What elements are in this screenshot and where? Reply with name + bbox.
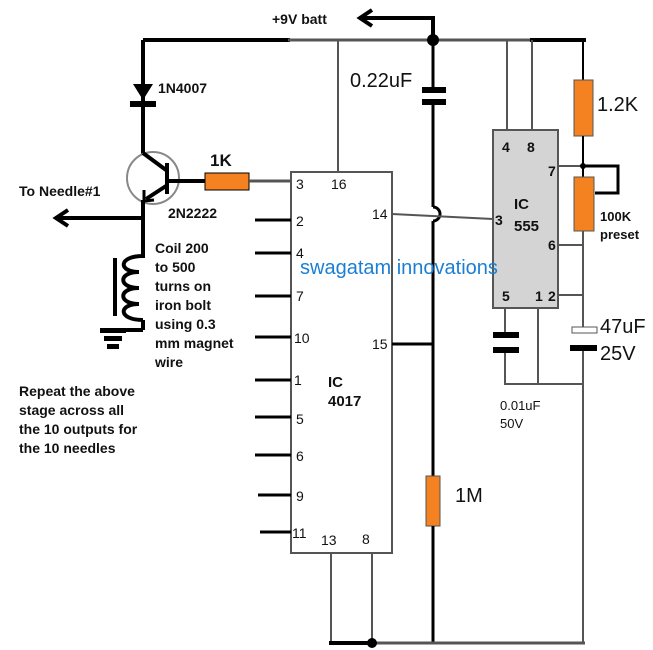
svg-text:the 10 outputs for: the 10 outputs for <box>19 421 138 437</box>
base-resistor-label: 1K <box>210 151 232 170</box>
coupling-cap-label: 0.22uF <box>350 70 412 92</box>
svg-text:11: 11 <box>292 525 307 541</box>
svg-text:iron bolt: iron bolt <box>155 297 211 313</box>
timing-cap-voltage: 25V <box>600 343 636 365</box>
preset-label: 100K <box>600 209 632 224</box>
timing-cap <box>571 326 598 334</box>
svg-text:4: 4 <box>502 139 510 155</box>
svg-text:9: 9 <box>296 488 304 504</box>
pin8-label: 8 <box>362 531 370 547</box>
ic-4017 <box>290 171 393 554</box>
watermark: swagatam innovations <box>300 257 498 279</box>
pin15-label: 15 <box>372 336 388 352</box>
diode-symbol <box>130 84 156 107</box>
svg-text:8: 8 <box>527 139 535 155</box>
resistor-1k2 <box>573 79 594 137</box>
coupling-cap <box>422 87 446 93</box>
ground-icon <box>100 328 126 333</box>
svg-text:6: 6 <box>296 448 304 464</box>
control-cap-value: 0.01uF <box>500 398 541 413</box>
svg-text:stage across all: stage across all <box>19 402 124 418</box>
svg-text:2: 2 <box>296 213 304 229</box>
svg-text:7: 7 <box>296 288 304 304</box>
svg-text:1: 1 <box>294 372 302 388</box>
diode-label: 1N4007 <box>158 80 207 96</box>
svg-text:6: 6 <box>548 237 556 253</box>
ic4017-name: IC <box>328 374 343 391</box>
ic555-number: 555 <box>514 218 539 235</box>
coil-symbol <box>100 254 145 349</box>
svg-text:to 500: to 500 <box>155 259 196 275</box>
svg-text:the 10 needles: the 10 needles <box>19 440 116 456</box>
preset-100k[interactable] <box>573 176 595 232</box>
svg-text:using 0.3: using 0.3 <box>155 316 216 332</box>
supply-label: +9V batt <box>272 11 327 27</box>
svg-text:7: 7 <box>548 163 556 179</box>
svg-text:5: 5 <box>502 288 510 304</box>
svg-text:3: 3 <box>296 176 304 192</box>
pin13-label: 13 <box>321 532 337 548</box>
circuit-diagram: +9V batt 1N4007 2N2222 1K To Needle#1 Co… <box>0 0 653 650</box>
pin14-label: 14 <box>372 206 388 222</box>
svg-text:Coil 200: Coil 200 <box>155 240 209 256</box>
coil-label: Coil 200 to 500 turns on iron bolt using… <box>154 240 234 370</box>
ic555-name: IC <box>514 196 529 213</box>
svg-text:wire: wire <box>154 354 183 370</box>
svg-text:Repeat the above: Repeat the above <box>19 383 135 399</box>
base-resistor <box>204 172 250 191</box>
reset-resistor <box>425 475 441 527</box>
junction-dot <box>367 638 377 648</box>
control-cap <box>493 332 519 338</box>
timing-cap-value: 47uF <box>600 316 646 338</box>
schematic: +9V batt 1N4007 2N2222 1K To Needle#1 Co… <box>19 8 646 648</box>
svg-text:3: 3 <box>495 212 503 228</box>
svg-text:mm magnet: mm magnet <box>155 335 234 351</box>
pin16-label: 16 <box>331 176 347 192</box>
transistor-label: 2N2222 <box>168 205 217 221</box>
transistor-symbol <box>126 151 205 205</box>
control-cap-voltage: 50V <box>500 416 523 431</box>
ic4017-number: 4017 <box>328 393 361 410</box>
resistor-1k2-label: 1.2K <box>597 94 639 116</box>
svg-text:5: 5 <box>296 411 304 427</box>
svg-text:1: 1 <box>535 288 543 304</box>
repeat-note: Repeat the above stage across all the 10… <box>19 383 138 456</box>
preset-sublabel: preset <box>600 227 640 242</box>
svg-text:turns on: turns on <box>155 278 211 294</box>
needle-output-label: To Needle#1 <box>19 183 101 199</box>
svg-text:10: 10 <box>294 330 310 346</box>
svg-text:2: 2 <box>548 288 556 304</box>
reset-resistor-label: 1M <box>455 485 483 507</box>
